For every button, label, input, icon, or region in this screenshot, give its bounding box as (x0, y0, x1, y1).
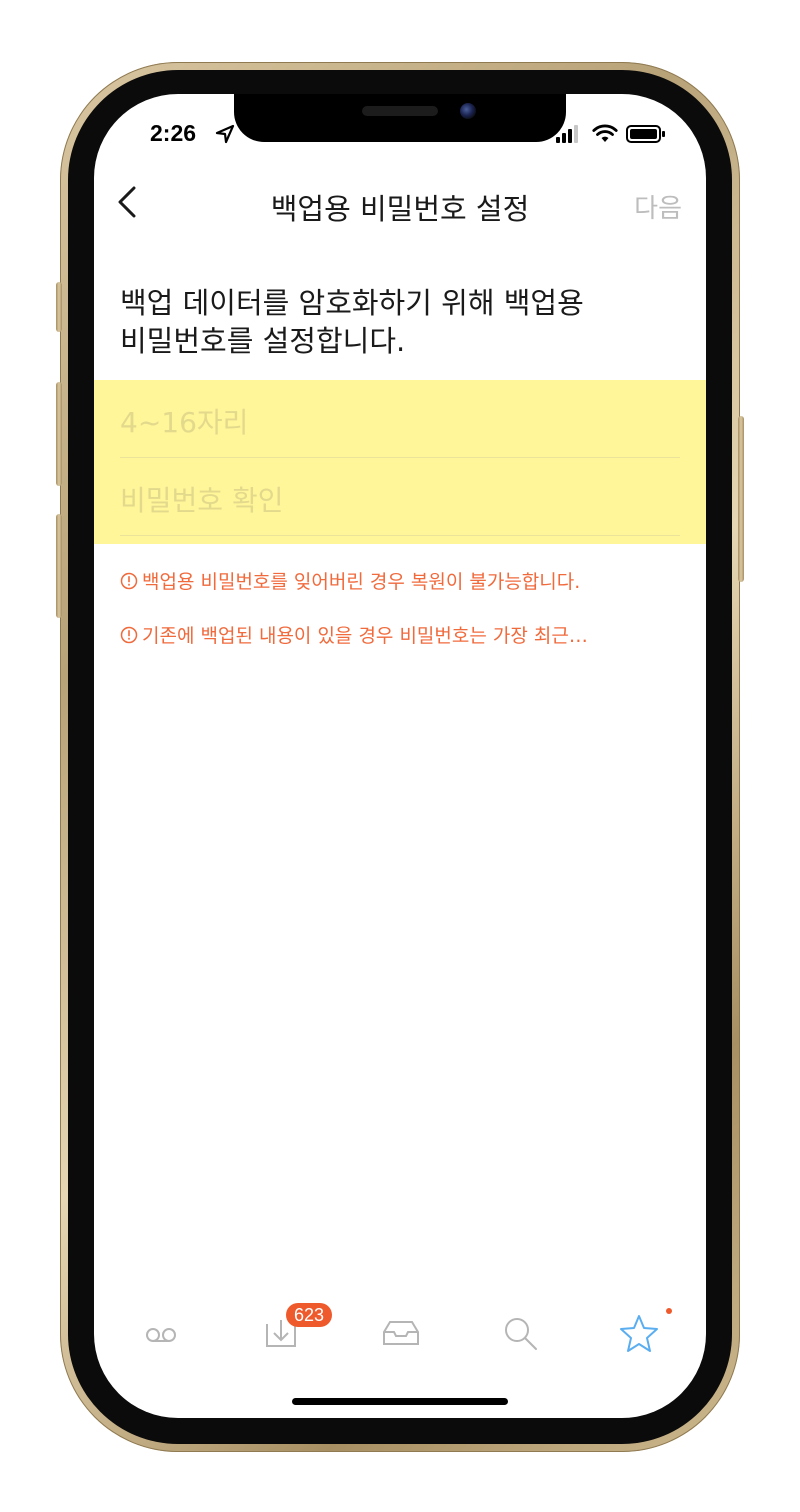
description-text: 백업 데이터를 암호화하기 위해 백업용 비밀번호를 설정합니다. (120, 284, 680, 360)
search-icon[interactable] (496, 1308, 546, 1358)
battery-icon (626, 125, 665, 143)
screen: 2:26 백업용 비밀번호 설정 다음 백업 데이터를 암호화하기 위해 백업용… (94, 94, 706, 1418)
password-form (94, 380, 706, 544)
notch (234, 94, 566, 142)
status-indicators (556, 124, 666, 144)
description-line-1: 백업 데이터를 암호화하기 위해 백업용 (120, 286, 584, 320)
warning-text: 기존에 백업된 내용이 있을 경우 비밀번호는 가장 최근… (142, 625, 588, 647)
page-title: 백업용 비밀번호 설정 (270, 192, 530, 226)
input-divider (120, 457, 680, 458)
mute-switch (56, 282, 62, 332)
phone-device: 2:26 백업용 비밀번호 설정 다음 백업 데이터를 암호화하기 위해 백업용… (0, 0, 800, 1512)
warning-text: 백업용 비밀번호를 잊어버린 경우 복원이 불가능합니다. (142, 571, 581, 593)
notification-count-badge: 623 (286, 1303, 333, 1327)
voicemail-icon[interactable] (136, 1308, 186, 1358)
wifi-icon (592, 124, 618, 142)
front-camera (460, 103, 476, 119)
new-indicator-dot (666, 1308, 672, 1314)
status-time: 2:26 (150, 120, 197, 146)
navigation-bar: 백업용 비밀번호 설정 다음 (94, 178, 706, 226)
password-confirm-input[interactable] (120, 470, 680, 530)
input-divider (120, 535, 680, 536)
password-input[interactable] (120, 392, 680, 452)
inbox-icon[interactable] (376, 1308, 426, 1358)
volume-up-button (56, 382, 62, 486)
next-button[interactable]: 다음 (634, 188, 682, 225)
warning-message: 기존에 백업된 내용이 있을 경우 비밀번호는 가장 최근… (120, 621, 680, 648)
volume-down-button (56, 514, 62, 618)
location-arrow-icon (215, 124, 235, 144)
alert-circle-icon (120, 626, 138, 643)
earpiece-speaker (362, 106, 438, 116)
alert-circle-icon (120, 572, 138, 589)
cellular-signal-icon (556, 125, 578, 143)
home-indicator[interactable] (292, 1398, 508, 1405)
power-button (738, 416, 744, 582)
star-icon[interactable] (614, 1308, 664, 1358)
description-line-2: 비밀번호를 설정합니다. (120, 324, 406, 358)
tab-bar (94, 1294, 706, 1364)
warning-message: 백업용 비밀번호를 잊어버린 경우 복원이 불가능합니다. (120, 567, 680, 594)
